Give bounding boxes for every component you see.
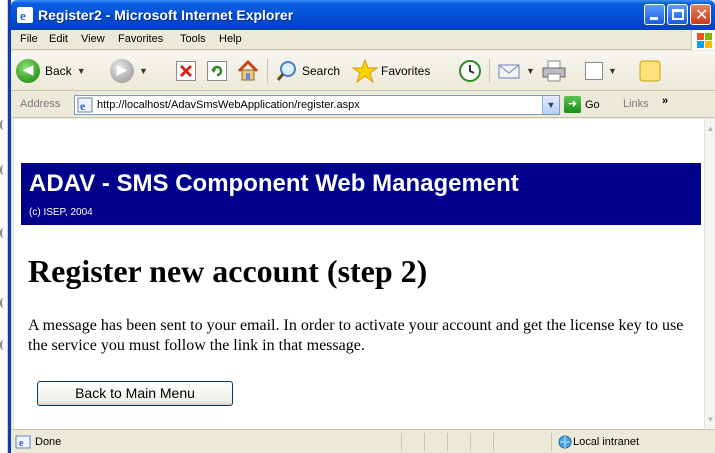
maximize-button[interactable] <box>667 4 688 25</box>
page-banner: ADAV - SMS Component Web Management (c) … <box>21 163 701 225</box>
edit-button[interactable]: ▼ <box>585 59 617 83</box>
status-separator <box>401 433 402 451</box>
favorites-button[interactable]: Favorites <box>352 59 430 83</box>
home-button[interactable] <box>236 59 260 83</box>
address-label: Address <box>20 98 61 110</box>
favorites-label: Favorites <box>381 64 431 78</box>
menu-bar: File Edit View Favorites Tools Help <box>11 30 715 50</box>
page-icon: e <box>77 97 93 113</box>
chevron-down-icon: ▼ <box>526 66 535 76</box>
refresh-button[interactable] <box>207 59 227 83</box>
links-label[interactable]: Links <box>623 98 649 110</box>
scroll-up-icon[interactable]: ▲ <box>705 121 715 136</box>
menu-file[interactable]: File <box>20 33 38 45</box>
status-separator <box>551 433 552 451</box>
stop-icon <box>176 61 196 81</box>
toolbar-separator <box>267 59 268 83</box>
security-zone: Local intranet <box>573 436 640 448</box>
search-button[interactable]: Search <box>275 59 340 83</box>
local-intranet-icon <box>558 435 572 449</box>
address-url: http://localhost/AdavSmsWebApplication/r… <box>97 99 360 111</box>
toolbar-separator <box>489 59 490 83</box>
done-page-icon: e <box>15 435 31 449</box>
activation-message: A message has been sent to your email. I… <box>28 317 684 354</box>
close-icon: ✕ <box>695 5 709 24</box>
desktop-scribble <box>0 228 8 238</box>
back-to-main-menu-button[interactable]: Back to Main Menu <box>37 381 233 406</box>
maximize-icon <box>672 9 684 20</box>
chevron-down-icon: ▼ <box>139 66 148 76</box>
stop-button[interactable] <box>176 59 196 83</box>
vertical-scrollbar[interactable]: ▲ ▼ <box>704 119 715 429</box>
ie-logo-icon: e <box>17 7 33 23</box>
menu-tools[interactable]: Tools <box>180 33 206 45</box>
menu-edit[interactable]: Edit <box>49 33 68 45</box>
search-icon <box>276 61 296 81</box>
windows-logo-icon <box>691 30 715 50</box>
back-label: Back <box>45 64 72 78</box>
status-separator <box>493 433 494 451</box>
banner-title: ADAV - SMS Component Web Management <box>29 170 519 197</box>
home-icon <box>237 59 259 81</box>
chevron-down-icon: ▼ <box>608 66 617 76</box>
forward-button[interactable]: ▶ ▼ <box>110 59 148 83</box>
desktop-scribble <box>0 120 8 130</box>
minimize-icon <box>650 17 658 20</box>
print-button[interactable] <box>541 59 567 83</box>
go-arrow-icon: ➜ <box>564 96 581 113</box>
favorites-star-icon <box>352 59 378 83</box>
status-separator <box>447 433 448 451</box>
history-icon <box>459 60 481 82</box>
page-title: Register new account (step 2) <box>28 253 428 289</box>
banner-subtitle: (c) ISEP, 2004 <box>29 207 93 218</box>
refresh-icon <box>207 61 227 81</box>
history-button[interactable] <box>458 59 482 83</box>
menu-view[interactable]: View <box>81 33 105 45</box>
svg-text:e: e <box>80 99 86 113</box>
back-button[interactable]: ◀ Back ▼ <box>16 59 86 83</box>
minimize-button[interactable] <box>644 4 665 25</box>
desktop-scribble <box>0 165 8 175</box>
mail-button[interactable]: ▼ <box>497 59 535 83</box>
desktop-scribble <box>0 298 8 308</box>
edit-icon <box>585 62 603 80</box>
standard-toolbar: ◀ Back ▼ ▶ ▼ Search Favorites ▼ ▼ <box>11 51 715 91</box>
messenger-icon <box>639 60 661 82</box>
address-input[interactable]: e http://localhost/AdavSmsWebApplication… <box>74 95 560 115</box>
svg-text:e: e <box>19 438 24 449</box>
menu-favorites[interactable]: Favorites <box>118 33 163 45</box>
status-separator <box>470 433 471 451</box>
go-label: Go <box>585 98 600 111</box>
menu-help[interactable]: Help <box>219 33 242 45</box>
search-label: Search <box>302 64 341 78</box>
desktop-edge <box>0 0 8 453</box>
status-text: Done <box>35 436 62 448</box>
status-bar: e Done Local intranet <box>11 429 715 453</box>
address-bar: Address e http://localhost/AdavSmsWebApp… <box>11 92 715 118</box>
address-dropdown[interactable]: ▼ <box>542 96 559 114</box>
content-area-top <box>14 119 704 146</box>
close-button[interactable]: ✕ <box>690 4 711 25</box>
go-button[interactable]: ➜ Go <box>564 96 600 113</box>
status-separator <box>424 433 425 451</box>
mail-icon <box>498 64 520 79</box>
chevron-down-icon: ▼ <box>76 66 86 76</box>
messenger-button[interactable] <box>638 59 662 83</box>
print-icon <box>542 60 566 82</box>
chevron-right-double-icon[interactable]: » <box>662 95 668 107</box>
back-icon: ◀ <box>16 59 40 83</box>
svg-text:e: e <box>20 8 26 23</box>
scroll-down-icon[interactable]: ▼ <box>705 412 715 427</box>
desktop-scribble <box>0 340 8 350</box>
browser-window: e Register2 - Microsoft Internet Explore… <box>8 0 715 453</box>
window-title: Register2 - Microsoft Internet Explorer <box>38 7 294 23</box>
forward-icon: ▶ <box>110 59 134 83</box>
title-bar[interactable]: e Register2 - Microsoft Internet Explore… <box>11 0 715 30</box>
